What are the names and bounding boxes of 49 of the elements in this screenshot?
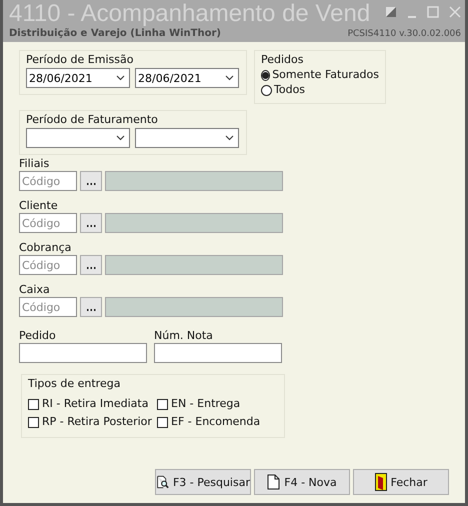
checkbox-label[interactable]: RP - Retira Posterior xyxy=(42,415,152,429)
checkbox[interactable] xyxy=(157,416,168,428)
date-dropdown[interactable] xyxy=(135,128,239,148)
field-label: Filiais xyxy=(19,157,50,171)
browse-button[interactable] xyxy=(80,171,102,191)
date-dropdown[interactable] xyxy=(26,128,130,148)
field-label: Pedido xyxy=(19,329,57,343)
window-subtitle: Distribuição e Varejo (Linha WinThor) xyxy=(9,28,221,39)
date-dropdown[interactable]: 28/06/2021 xyxy=(135,68,239,88)
document-icon xyxy=(267,474,280,490)
radio-label[interactable]: Todos xyxy=(274,83,306,97)
checkbox[interactable] xyxy=(28,398,39,410)
chevron-down-icon xyxy=(225,135,234,141)
invoice-field[interactable] xyxy=(154,343,282,363)
checkbox-label[interactable]: EF - Encomenda xyxy=(171,415,260,429)
checkbox[interactable] xyxy=(28,416,39,428)
checkbox-label[interactable]: EN - Entrega xyxy=(171,397,240,411)
browse-button[interactable] xyxy=(80,297,102,317)
magnifier-document-icon xyxy=(156,474,169,490)
chevron-down-icon xyxy=(116,135,125,141)
radio-label[interactable]: Somente Faturados xyxy=(272,68,379,82)
version-label: PCSIS4110 v.30.0.02.006 xyxy=(348,28,461,38)
group-label: Período de Faturamento xyxy=(26,113,159,127)
group-label: Período de Emissão xyxy=(26,53,134,67)
code-field[interactable]: Código xyxy=(19,297,77,317)
door-icon xyxy=(374,473,387,491)
checkbox[interactable] xyxy=(157,398,168,410)
group-label: Pedidos xyxy=(261,53,304,67)
field-label: Cobrança xyxy=(19,241,72,255)
restore-icon[interactable] xyxy=(385,6,397,18)
date-dropdown[interactable]: 28/06/2021 xyxy=(26,68,130,88)
action-button[interactable]: F3 - Pesquisar xyxy=(155,469,251,495)
code-field[interactable]: Código xyxy=(19,171,77,191)
code-field[interactable]: Código xyxy=(19,213,77,233)
field-label: Núm. Nota xyxy=(154,329,214,343)
checkbox-label[interactable]: RI - Retira Imediata xyxy=(42,397,148,411)
field-label: Cliente xyxy=(19,199,59,213)
chevron-down-icon xyxy=(225,75,234,81)
order-field[interactable] xyxy=(19,343,147,363)
action-button[interactable]: F4 - Nova xyxy=(254,469,350,495)
group-label: Tipos de entrega xyxy=(28,377,122,391)
chevron-down-icon xyxy=(116,75,125,81)
action-button[interactable]: Fechar xyxy=(353,469,449,495)
field-label: Caixa xyxy=(19,283,51,297)
code-field[interactable]: Código xyxy=(19,255,77,275)
browse-button[interactable] xyxy=(80,255,102,275)
radio-button[interactable] xyxy=(261,70,270,80)
radio-button[interactable] xyxy=(261,84,272,96)
browse-button[interactable] xyxy=(80,213,102,233)
